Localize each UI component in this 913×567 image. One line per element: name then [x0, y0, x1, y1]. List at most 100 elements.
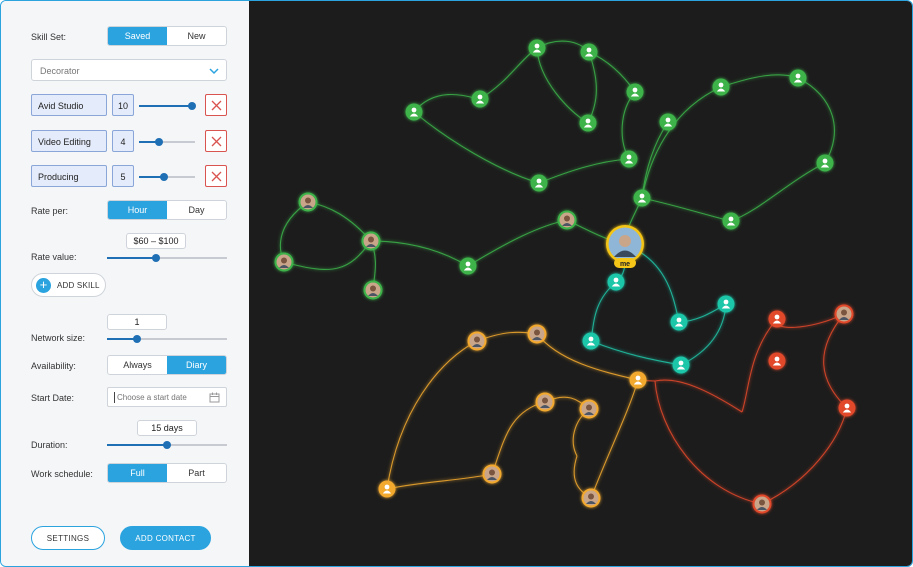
- plus-icon: +: [36, 278, 51, 293]
- graph-edge: [413, 94, 481, 113]
- slider-thumb[interactable]: [133, 335, 141, 343]
- network-size-display: 1: [107, 314, 167, 330]
- contact-node[interactable]: [768, 352, 786, 370]
- contact-node[interactable]: [626, 83, 644, 101]
- contact-node-photo[interactable]: [579, 399, 599, 419]
- contact-node-photo[interactable]: [527, 324, 547, 344]
- contact-node[interactable]: [471, 90, 489, 108]
- slider-thumb[interactable]: [160, 173, 169, 181]
- slider-thumb[interactable]: [163, 441, 171, 449]
- contact-node[interactable]: [670, 313, 688, 331]
- contact-node-photo[interactable]: [363, 280, 383, 300]
- work-schedule-label: Work schedule:: [31, 469, 93, 479]
- contact-node-photo[interactable]: [298, 192, 318, 212]
- graph-edge: [413, 111, 540, 184]
- contact-node[interactable]: [717, 295, 735, 313]
- contact-node-photo[interactable]: [834, 304, 854, 324]
- contact-node[interactable]: [607, 273, 625, 291]
- contact-node-photo[interactable]: [482, 464, 502, 484]
- contact-node-photo[interactable]: [557, 210, 577, 230]
- rate-value-display: $60 – $100: [126, 233, 186, 249]
- availability-always-option[interactable]: Always: [108, 356, 167, 374]
- close-icon: [211, 136, 222, 147]
- contact-node-photo[interactable]: [752, 494, 772, 514]
- skill-slider-video-editing[interactable]: [139, 138, 195, 146]
- contact-node[interactable]: [530, 174, 548, 192]
- network-size-slider[interactable]: [107, 335, 227, 343]
- duration-display: 15 days: [137, 420, 197, 436]
- graph-edge: [370, 240, 469, 267]
- skill-name-producing[interactable]: Producing: [31, 165, 107, 187]
- contact-node[interactable]: [789, 69, 807, 87]
- contact-node[interactable]: [838, 399, 856, 417]
- contact-node-photo[interactable]: [535, 392, 555, 412]
- graph-edge: [654, 379, 743, 413]
- skill-set-saved-option[interactable]: Saved: [108, 27, 167, 45]
- rate-per-hour-option[interactable]: Hour: [108, 201, 167, 219]
- remove-skill-button[interactable]: [205, 94, 227, 116]
- contact-node[interactable]: [629, 371, 647, 389]
- contact-node[interactable]: [659, 113, 677, 131]
- graph-edge: [797, 77, 835, 164]
- rate-value-slider[interactable]: [107, 254, 227, 262]
- skill-name-avid-studio[interactable]: Avid Studio: [31, 94, 107, 116]
- slider-thumb[interactable]: [188, 102, 197, 110]
- contact-node[interactable]: [620, 150, 638, 168]
- availability-label: Availability:: [31, 361, 76, 371]
- graph-edge: [538, 158, 630, 184]
- graph-edge: [654, 380, 763, 505]
- skill-set-new-option[interactable]: New: [167, 27, 226, 45]
- contact-node[interactable]: [712, 78, 730, 96]
- skill-level-video-editing[interactable]: 4: [112, 130, 134, 152]
- slider-thumb[interactable]: [152, 254, 161, 262]
- contact-node[interactable]: [816, 154, 834, 172]
- contact-node[interactable]: [582, 332, 600, 350]
- work-schedule-toggle: Full Part: [107, 463, 227, 483]
- rate-per-day-option[interactable]: Day: [167, 201, 226, 219]
- role-dropdown[interactable]: Decorator: [31, 59, 227, 81]
- contact-node-photo[interactable]: [274, 252, 294, 272]
- graph-edge: [587, 51, 597, 124]
- graph-edge: [307, 201, 372, 242]
- start-date-label: Start Date:: [31, 393, 75, 403]
- contact-node-photo[interactable]: [467, 331, 487, 351]
- add-contact-button[interactable]: ADD CONTACT: [120, 526, 211, 550]
- contact-node[interactable]: [633, 189, 651, 207]
- contact-node[interactable]: [459, 257, 477, 275]
- calendar-icon[interactable]: [209, 392, 220, 403]
- start-date-input[interactable]: [114, 392, 204, 403]
- network-size-label: Network size:: [31, 333, 86, 343]
- contact-node[interactable]: [579, 114, 597, 132]
- slider-thumb[interactable]: [154, 138, 163, 146]
- duration-slider[interactable]: [107, 441, 227, 449]
- contact-node[interactable]: [722, 212, 740, 230]
- work-schedule-full-option[interactable]: Full: [108, 464, 167, 482]
- graph-edge: [590, 379, 639, 499]
- settings-button[interactable]: SETTINGS: [31, 526, 105, 550]
- graph-edge: [680, 303, 727, 366]
- skill-slider-avid-studio[interactable]: [139, 102, 197, 110]
- rate-value-label: Rate value:: [31, 252, 77, 262]
- add-skill-button[interactable]: + ADD SKILL: [31, 273, 106, 297]
- remove-skill-button[interactable]: [205, 130, 227, 152]
- rate-per-label: Rate per:: [31, 206, 69, 216]
- remove-skill-button[interactable]: [205, 165, 227, 187]
- me-node[interactable]: me: [606, 225, 644, 268]
- skill-level-avid-studio[interactable]: 10: [112, 94, 134, 116]
- start-date-field[interactable]: [107, 387, 227, 407]
- skill-level-producing[interactable]: 5: [112, 165, 134, 187]
- contact-node[interactable]: [768, 310, 786, 328]
- contact-node[interactable]: [672, 356, 690, 374]
- contact-node-photo[interactable]: [581, 488, 601, 508]
- availability-diary-option[interactable]: Diary: [167, 356, 226, 374]
- network-graph[interactable]: me: [249, 1, 912, 566]
- work-schedule-part-option[interactable]: Part: [167, 464, 226, 482]
- skill-slider-producing[interactable]: [139, 173, 195, 181]
- skill-name-video-editing[interactable]: Video Editing: [31, 130, 107, 152]
- contact-node[interactable]: [528, 39, 546, 57]
- contact-node[interactable]: [580, 43, 598, 61]
- contact-node-photo[interactable]: [361, 231, 381, 251]
- contact-node[interactable]: [378, 480, 396, 498]
- contact-node[interactable]: [405, 103, 423, 121]
- graph-edge: [761, 407, 848, 505]
